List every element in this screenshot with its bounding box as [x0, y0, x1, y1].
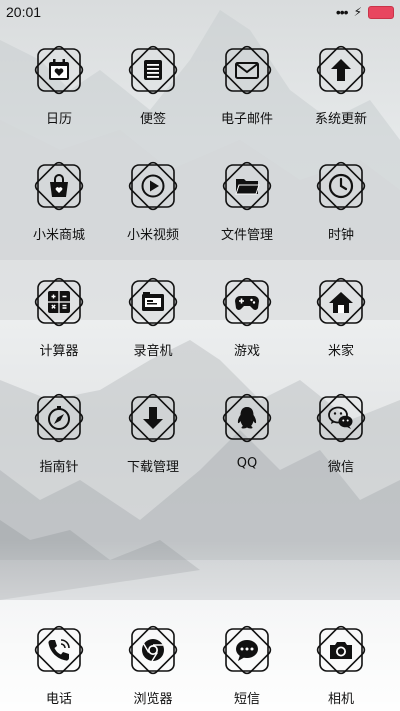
app-wechat[interactable]: 微信 [294, 388, 388, 475]
wechat-icon [311, 388, 371, 448]
charging-icon: ⚡ [353, 5, 362, 19]
compass-icon [29, 388, 89, 448]
app-mi-video[interactable]: 小米视频 [106, 156, 200, 243]
app-compass[interactable]: 指南针 [12, 388, 106, 475]
status-bar: 20:01 ••• ⚡ [0, 0, 400, 24]
app-label: 小米视频 [126, 228, 179, 243]
app-label: 计算器 [39, 344, 79, 359]
clock-icon [311, 156, 371, 216]
gamepad-icon [217, 272, 277, 332]
app-label: 短信 [233, 692, 260, 707]
recorder-icon [123, 272, 183, 332]
app-label: QQ [236, 456, 258, 471]
app-phone[interactable]: 电话 [12, 620, 106, 707]
app-email[interactable]: 电子邮件 [200, 40, 294, 127]
signal-dots-icon: ••• [335, 4, 349, 20]
envelope-icon [217, 40, 277, 100]
app-label: 系统更新 [314, 112, 367, 127]
app-mi-home[interactable]: 米家 [294, 272, 388, 359]
app-label: 指南针 [39, 460, 79, 475]
app-camera[interactable]: 相机 [294, 620, 388, 707]
camera-icon [311, 620, 371, 680]
app-label: 浏览器 [133, 692, 173, 707]
app-label: 便签 [139, 112, 166, 127]
app-label: 电话 [45, 692, 72, 707]
app-qq[interactable]: QQ [200, 388, 294, 475]
play-circle-icon [123, 156, 183, 216]
app-mi-store[interactable]: 小米商城 [12, 156, 106, 243]
app-messages[interactable]: 短信 [200, 620, 294, 707]
app-calendar[interactable]: 日历 [12, 40, 106, 127]
dock: 电话 浏览器 短信 相机 [0, 620, 400, 707]
folder-icon [217, 156, 277, 216]
app-label: 相机 [327, 692, 354, 707]
notes-icon [123, 40, 183, 100]
app-label: 时钟 [327, 228, 354, 243]
battery-icon [368, 5, 394, 19]
app-clock[interactable]: 时钟 [294, 156, 388, 243]
app-system-update[interactable]: 系统更新 [294, 40, 388, 127]
app-recorder[interactable]: 录音机 [106, 272, 200, 359]
app-label: 日历 [45, 112, 72, 127]
app-label: 小米商城 [32, 228, 85, 243]
app-calculator[interactable]: 计算器 [12, 272, 106, 359]
arrow-up-icon [311, 40, 371, 100]
browser-icon [123, 620, 183, 680]
app-label: 下载管理 [126, 460, 179, 475]
phone-icon [29, 620, 89, 680]
calculator-icon [29, 272, 89, 332]
calendar-heart-icon [29, 40, 89, 100]
home-icon [311, 272, 371, 332]
status-time: 20:01 [6, 4, 42, 20]
app-label: 文件管理 [220, 228, 273, 243]
app-label: 米家 [327, 344, 354, 359]
app-download-manager[interactable]: 下载管理 [106, 388, 200, 475]
app-notes[interactable]: 便签 [106, 40, 200, 127]
app-games[interactable]: 游戏 [200, 272, 294, 359]
app-label: 录音机 [133, 344, 173, 359]
qq-penguin-icon [217, 388, 277, 448]
app-label: 电子邮件 [220, 112, 273, 127]
app-label: 游戏 [233, 344, 260, 359]
download-icon [123, 388, 183, 448]
message-icon [217, 620, 277, 680]
app-label: 微信 [327, 460, 354, 475]
shopping-bag-icon [29, 156, 89, 216]
app-browser[interactable]: 浏览器 [106, 620, 200, 707]
app-file-manager[interactable]: 文件管理 [200, 156, 294, 243]
app-grid: 日历 便签 电子邮件 系统更新 小米商城 小米视频 文件管理 时钟 计算器 录音… [0, 40, 400, 475]
